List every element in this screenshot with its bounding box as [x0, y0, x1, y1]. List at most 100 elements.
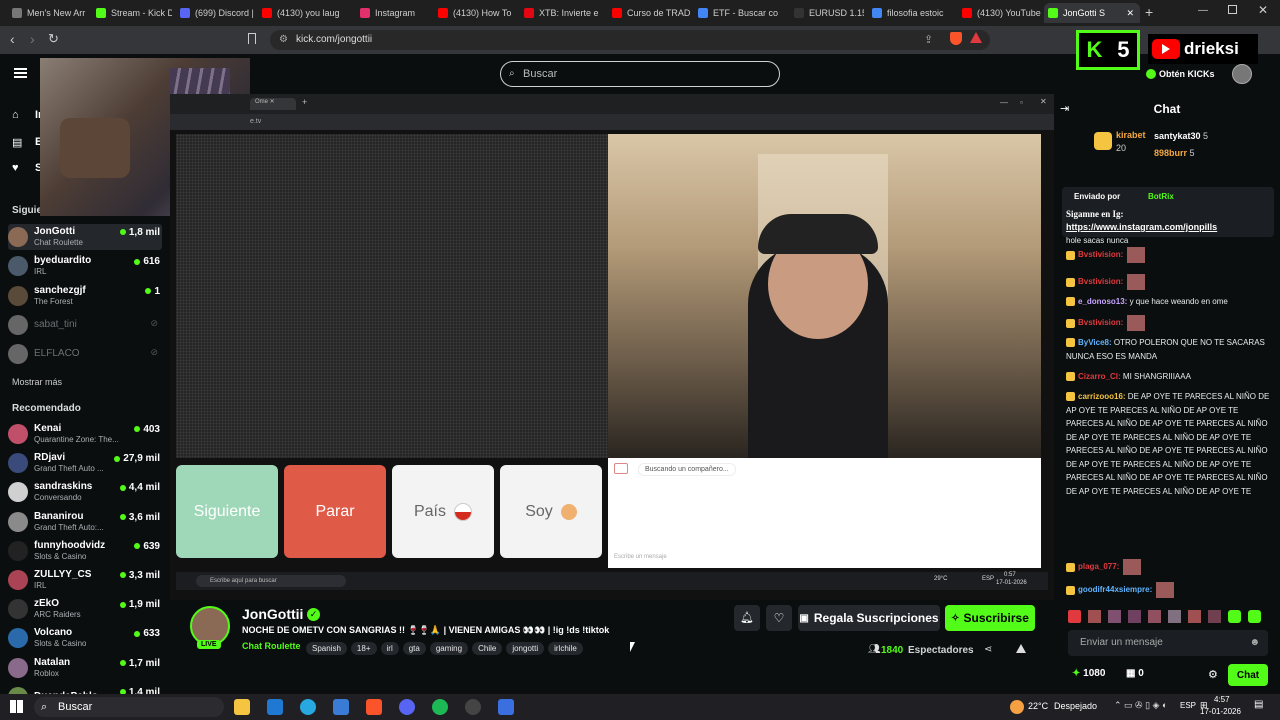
browser-tab[interactable]: Stream - Kick D	[92, 3, 172, 23]
sidebar-channel-funnyhoodvidz[interactable]: funnyhoodvidz Slots & Casino 639	[8, 538, 162, 564]
chat-input[interactable]: Enviar un mensaje ☻	[1068, 630, 1268, 656]
chat-username[interactable]: Cizarro_Cl:	[1078, 372, 1121, 381]
close-tab-icon[interactable]: ✕	[1126, 8, 1140, 19]
file-explorer-icon[interactable]	[234, 699, 250, 715]
clock-time[interactable]: 4:57	[1214, 695, 1230, 704]
edge-icon[interactable]	[300, 699, 316, 715]
sidebar-channel-kenai[interactable]: Kenai Quarantine Zone: The... 403	[8, 421, 162, 447]
spotify-icon[interactable]	[432, 699, 448, 715]
share-icon[interactable]: ⇪	[924, 33, 933, 46]
sidebar-channel-elflaco[interactable]: ELFLACO ⊘	[8, 341, 162, 367]
back-icon[interactable]: ‹	[10, 31, 15, 47]
browser-tab[interactable]: XTB: Invierte e	[520, 3, 604, 23]
subscribe-button[interactable]: ✧ Suscribirse	[945, 605, 1035, 631]
chat-username[interactable]: Bvstivision:	[1078, 250, 1123, 259]
close-window-button[interactable]: ✕	[1258, 3, 1268, 17]
chat-username[interactable]: carrizooo16:	[1078, 392, 1126, 401]
browser-tab[interactable]: filosofia estoic	[868, 3, 954, 23]
maximize-button[interactable]	[1228, 5, 1237, 14]
browser-tab[interactable]: Men's New Arr	[8, 3, 88, 23]
forward-icon[interactable]: ›	[30, 31, 35, 47]
stream-tag[interactable]: 18+	[350, 642, 377, 655]
stream-tag[interactable]: Spanish	[306, 642, 347, 655]
minimize-button[interactable]: —	[1198, 5, 1208, 16]
stream-tag[interactable]: irlchile	[548, 642, 583, 655]
chat-username[interactable]: ByVice8:	[1078, 338, 1112, 347]
sidebar-channel-bananirou[interactable]: Bananirou Grand Theft Auto:... 3,6 mil	[8, 509, 162, 535]
browser-tab[interactable]: (4130) How To	[434, 3, 516, 23]
chat-username[interactable]: e_donoso13:	[1078, 297, 1127, 306]
sidebar-channel-sanchezgjf[interactable]: sanchezgjf The Forest 1	[8, 283, 162, 309]
site-info-icon[interactable]: ⚙	[279, 30, 288, 50]
notification-icon[interactable]: ▤	[1254, 699, 1263, 710]
sidebar-channel-rdjavi[interactable]: RDjavi Grand Theft Auto ... 27,9 mil	[8, 450, 162, 476]
chat-username[interactable]: goodifr44xsiempre:	[1078, 585, 1152, 594]
sidebar-channel-sandraskins[interactable]: sandraskins Conversando 4,4 mil	[8, 479, 162, 505]
points-display[interactable]: ✦ 1080	[1072, 668, 1105, 679]
user-avatar[interactable]	[1232, 64, 1252, 84]
brave-rewards-icon[interactable]	[970, 32, 982, 43]
heart-icon[interactable]: ♥	[12, 162, 19, 174]
mail-icon[interactable]	[267, 699, 283, 715]
emoji-icon[interactable]: ☻	[1249, 630, 1260, 656]
follow-button[interactable]: ♡	[766, 605, 792, 631]
kick-points-badge[interactable]: K5	[1076, 30, 1140, 70]
soy-button[interactable]: Soy	[500, 465, 602, 558]
taskbar-search[interactable]: ⌕ Buscar	[34, 697, 224, 717]
url-input[interactable]: ⚙ kick.com/jongottii	[270, 30, 990, 50]
stream-tag[interactable]: gaming	[429, 642, 469, 655]
menu-icon[interactable]	[14, 68, 27, 78]
top-gifter-3[interactable]: 898burr 5	[1154, 148, 1195, 158]
new-tab-button[interactable]: +	[1145, 5, 1159, 19]
stream-category[interactable]: Chat Roulette	[242, 641, 301, 651]
windows-start-icon[interactable]	[10, 700, 23, 713]
send-chat-button[interactable]: Chat	[1228, 664, 1268, 686]
streamer-name[interactable]: JonGottii	[242, 606, 303, 622]
browser-tab[interactable]: (4130) YouTube	[958, 3, 1042, 23]
gift-subs-button[interactable]: ▣ Regala Suscripciones	[798, 605, 940, 631]
show-more-link[interactable]: Mostrar más	[12, 377, 62, 387]
chat-username[interactable]: Bvstivision:	[1078, 318, 1123, 327]
app-icon[interactable]	[498, 699, 514, 715]
share-stream-icon[interactable]: ⋖	[984, 644, 992, 655]
country-button[interactable]: País	[392, 465, 494, 558]
sidebar-channel-sabat_tini[interactable]: sabat_tini ⊘	[8, 312, 162, 338]
chat-username[interactable]: plaga_077:	[1078, 562, 1119, 571]
browse-icon[interactable]: ▤	[12, 136, 22, 149]
pinned-link[interactable]: https://www.instagram.com/jonpills	[1066, 222, 1217, 232]
chat-settings-icon[interactable]: ⚙	[1208, 668, 1218, 681]
stream-tag[interactable]: Chile	[472, 642, 503, 655]
top-gifter-2[interactable]: santykat30 5	[1154, 131, 1208, 141]
stream-tag[interactable]: irl	[380, 642, 399, 655]
bookmark-icon[interactable]	[248, 33, 256, 44]
brave-icon[interactable]	[366, 699, 382, 715]
coins-display[interactable]: ▦ 0	[1126, 668, 1144, 679]
partner-chat-input[interactable]: Escribe un mensaje	[614, 554, 667, 560]
brave-shield-icon[interactable]	[950, 32, 962, 45]
browser-tab[interactable]: Instagram	[356, 3, 430, 23]
sidebar-channel-natalan[interactable]: Natalan Roblox 1,7 mil	[8, 655, 162, 681]
chat-username[interactable]: Bvstivision:	[1078, 277, 1123, 286]
sidebar-channel-byeduardito[interactable]: byeduardito IRL 616	[8, 253, 162, 279]
obs-icon[interactable]	[465, 699, 481, 715]
stream-tag[interactable]: jongotti	[506, 642, 545, 655]
browser-tab[interactable]: JonGotti S ✕	[1044, 3, 1140, 23]
browser-tab[interactable]: EURUSD 1.159	[790, 3, 864, 23]
browser-tab[interactable]: Curso de TRAD	[608, 3, 690, 23]
stop-button[interactable]: Parar	[284, 465, 386, 558]
tray-icons[interactable]: ⌃ ▭ ✇ ▯ ◈ ◐	[1114, 700, 1167, 711]
home-icon[interactable]: ⌂	[12, 109, 19, 121]
search-input[interactable]: ⌕ Buscar	[500, 61, 780, 87]
next-button[interactable]: Siguiente	[176, 465, 278, 558]
reload-icon[interactable]: ↻	[48, 31, 59, 47]
browser-tab[interactable]: (4130) you laug	[258, 3, 350, 23]
pinned-message[interactable]: Enviado por BotRix Sigamne en Ig: https:…	[1062, 187, 1274, 237]
stream-tag[interactable]: gta	[402, 642, 426, 655]
obtain-kicks-button[interactable]: Obtén KICKs	[1146, 66, 1215, 82]
sidebar-channel-jongotti[interactable]: JonGotti Chat Roulette 1,8 mil	[8, 224, 162, 250]
top-gifter-1[interactable]: kirabet 20	[1094, 130, 1146, 153]
sidebar-channel-volcano[interactable]: Volcano Slots & Casino 633	[8, 625, 162, 651]
video-player[interactable]: Ome ✕ + e.tv — ▫ ✕ Siguiente Parar País …	[170, 94, 1054, 600]
sidebar-channel-zullyy_cs[interactable]: ZULLYY_CS IRL 3,3 mil	[8, 567, 162, 593]
clock-date[interactable]: 17-01-2026	[1200, 707, 1241, 716]
